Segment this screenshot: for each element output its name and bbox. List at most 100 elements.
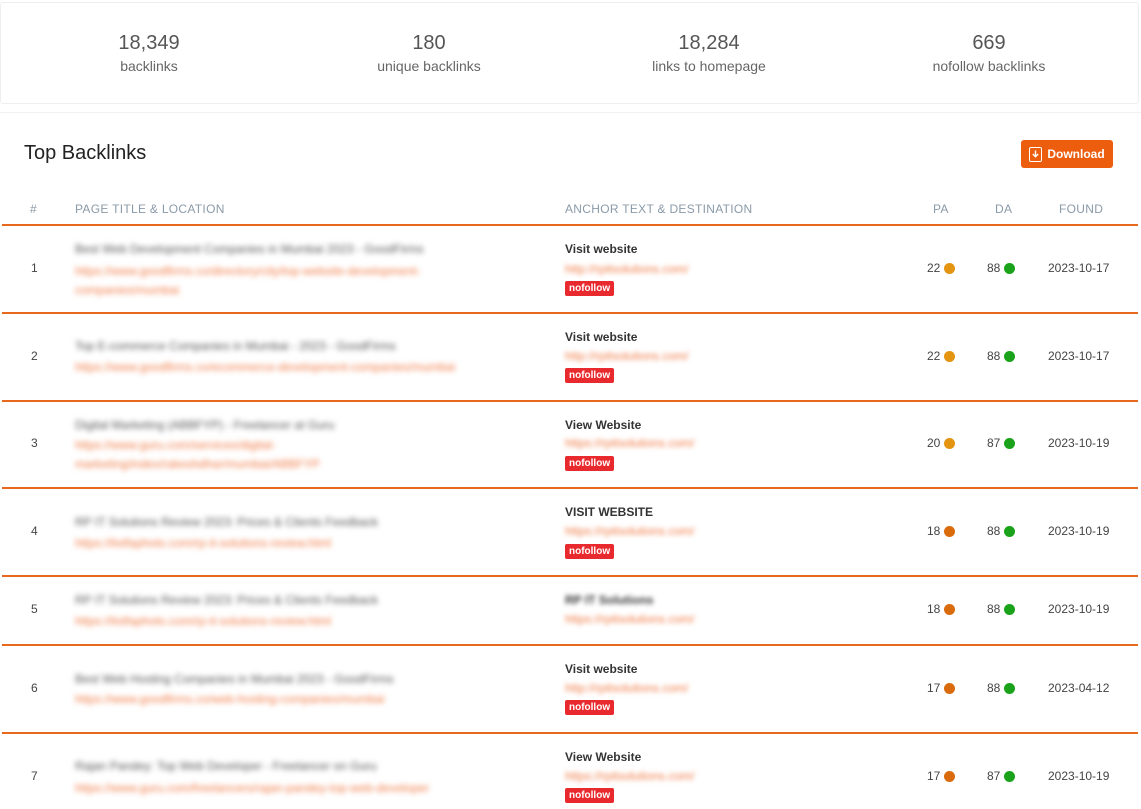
stat-nofollow-backlinks: 669 nofollow backlinks — [849, 31, 1129, 77]
da-status-dot-icon — [1004, 770, 1016, 782]
anchor-text: View Website — [565, 418, 642, 432]
stat-backlinks: 18,349 backlinks — [9, 31, 289, 77]
pa-value: 18 — [927, 602, 941, 616]
col-header-page: PAGE TITLE & LOCATION — [75, 202, 225, 216]
col-header-pa[interactable]: PA — [933, 202, 949, 216]
page-title-link[interactable]: Digital Marketing (ABBFYP) - Freelancer … — [75, 418, 334, 432]
stat-value: 18,284 — [678, 32, 740, 54]
stat-label: backlinks — [120, 58, 178, 74]
destination-url[interactable]: http://rpitsolutions.com/ — [565, 681, 688, 695]
page-location-url[interactable]: https://listfaphoto.com/rp-it-solutions-… — [75, 534, 495, 553]
anchor-text: View Website — [565, 750, 642, 764]
da-status-dot-icon — [1004, 437, 1016, 449]
da-metric: 88 — [987, 524, 1016, 538]
row-separator — [2, 644, 1138, 646]
row-separator — [2, 400, 1138, 402]
pa-value: 22 — [927, 349, 941, 363]
page-location-url[interactable]: https://www.goodfirms.co/directory/city/… — [75, 262, 475, 300]
anchor-text: VISIT WEBSITE — [565, 505, 654, 519]
nofollow-badge: nofollow — [565, 368, 615, 383]
pa-status-dot-icon — [944, 262, 956, 274]
stat-value: 18,349 — [118, 32, 180, 54]
pa-value: 20 — [927, 436, 941, 450]
da-value: 88 — [987, 681, 1001, 695]
destination-url[interactable]: https://rpitsolutions.com/ — [565, 769, 694, 783]
found-date: 2023-04-12 — [1048, 681, 1110, 695]
anchor-text: RP IT Solutions — [565, 593, 654, 607]
stats-card: 18,349 backlinks 180 unique backlinks 18… — [0, 2, 1139, 104]
destination-url[interactable]: https://rpitsolutions.com/ — [565, 436, 694, 450]
da-value: 88 — [987, 524, 1001, 538]
da-status-dot-icon — [1004, 262, 1016, 274]
pa-metric: 22 — [927, 349, 956, 363]
page-title-link[interactable]: Best Web Hosting Companies in Mumbai 202… — [75, 672, 394, 686]
pa-metric: 18 — [927, 524, 956, 538]
da-status-dot-icon — [1004, 525, 1016, 537]
col-header-found[interactable]: FOUND — [1059, 202, 1103, 216]
stat-label: unique backlinks — [377, 58, 481, 74]
col-header-num: # — [30, 202, 37, 216]
pa-status-dot-icon — [944, 437, 956, 449]
section-title: Top Backlinks — [24, 142, 147, 164]
da-value: 88 — [987, 349, 1001, 363]
page-title-link[interactable]: Rajan Pandey: Top Web Developer - Freela… — [75, 759, 377, 773]
da-status-dot-icon — [1004, 603, 1016, 615]
found-date: 2023-10-19 — [1048, 436, 1110, 450]
destination-url[interactable]: https://rpitsolutions.com/ — [565, 524, 694, 538]
page-location-url[interactable]: https://www.goodfirms.co/web-hosting-com… — [75, 690, 495, 709]
found-date: 2023-10-17 — [1048, 349, 1110, 363]
da-metric: 87 — [987, 436, 1016, 450]
pa-value: 17 — [927, 681, 941, 695]
da-value: 87 — [987, 436, 1001, 450]
row-number: 4 — [31, 524, 38, 538]
row-separator — [2, 575, 1138, 577]
nofollow-badge: nofollow — [565, 281, 615, 296]
pa-value: 17 — [927, 769, 941, 783]
anchor-text: Visit website — [565, 662, 638, 676]
section-divider — [0, 112, 1141, 113]
pa-value: 22 — [927, 261, 941, 275]
page-title-link[interactable]: RP IT Solutions Review 2023: Prices & Cl… — [75, 515, 378, 529]
pa-value: 18 — [927, 524, 941, 538]
destination-url[interactable]: https://rpitsolutions.com/ — [565, 612, 694, 626]
row-number: 2 — [31, 349, 38, 363]
stat-value: 180 — [412, 32, 446, 54]
page-title-link[interactable]: RP IT Solutions Review 2023: Prices & Cl… — [75, 593, 378, 607]
nofollow-badge: nofollow — [565, 700, 615, 715]
row-number: 6 — [31, 681, 38, 695]
found-date: 2023-10-19 — [1048, 769, 1110, 783]
da-status-dot-icon — [1004, 350, 1016, 362]
nofollow-badge: nofollow — [565, 544, 615, 559]
download-label: Download — [1047, 147, 1105, 161]
anchor-text: Visit website — [565, 330, 638, 344]
row-number: 7 — [31, 769, 38, 783]
row-separator — [2, 312, 1138, 314]
pa-metric: 20 — [927, 436, 956, 450]
stat-label: links to homepage — [652, 58, 766, 74]
col-header-da[interactable]: DA — [995, 202, 1012, 216]
stat-links-to-homepage: 18,284 links to homepage — [569, 31, 849, 77]
pa-status-dot-icon — [944, 603, 956, 615]
page-location-url[interactable]: https://listfaphoto.com/rp-it-solutions-… — [75, 612, 495, 631]
download-button[interactable]: Download — [1021, 140, 1113, 168]
stat-value: 669 — [972, 32, 1006, 54]
nofollow-badge: nofollow — [565, 788, 615, 803]
da-metric: 88 — [987, 681, 1016, 695]
page-location-url[interactable]: https://www.goodfirms.co/ecommerce-devel… — [75, 358, 515, 377]
download-icon — [1029, 146, 1043, 162]
destination-url[interactable]: http://rpitsolutions.com/ — [565, 349, 688, 363]
row-number: 5 — [31, 602, 38, 616]
page-title-link[interactable]: Top E-commerce Companies in Mumbai - 202… — [75, 339, 396, 353]
page-location-url[interactable]: https://www.guru.com/freelancers/rajan-p… — [75, 779, 495, 798]
row-number: 1 — [31, 261, 38, 275]
pa-status-dot-icon — [944, 770, 956, 782]
destination-url[interactable]: http://rpitsolutions.com/ — [565, 262, 688, 276]
page-location-url[interactable]: https://www.guru.com/services/digital-ma… — [75, 436, 375, 474]
found-date: 2023-10-19 — [1048, 524, 1110, 538]
pa-status-dot-icon — [944, 350, 956, 362]
stat-label: nofollow backlinks — [932, 58, 1046, 74]
page-title-link[interactable]: Best Web Development Companies in Mumbai… — [75, 242, 424, 256]
pa-metric: 22 — [927, 261, 956, 275]
da-value: 88 — [987, 602, 1001, 616]
da-metric: 88 — [987, 349, 1016, 363]
